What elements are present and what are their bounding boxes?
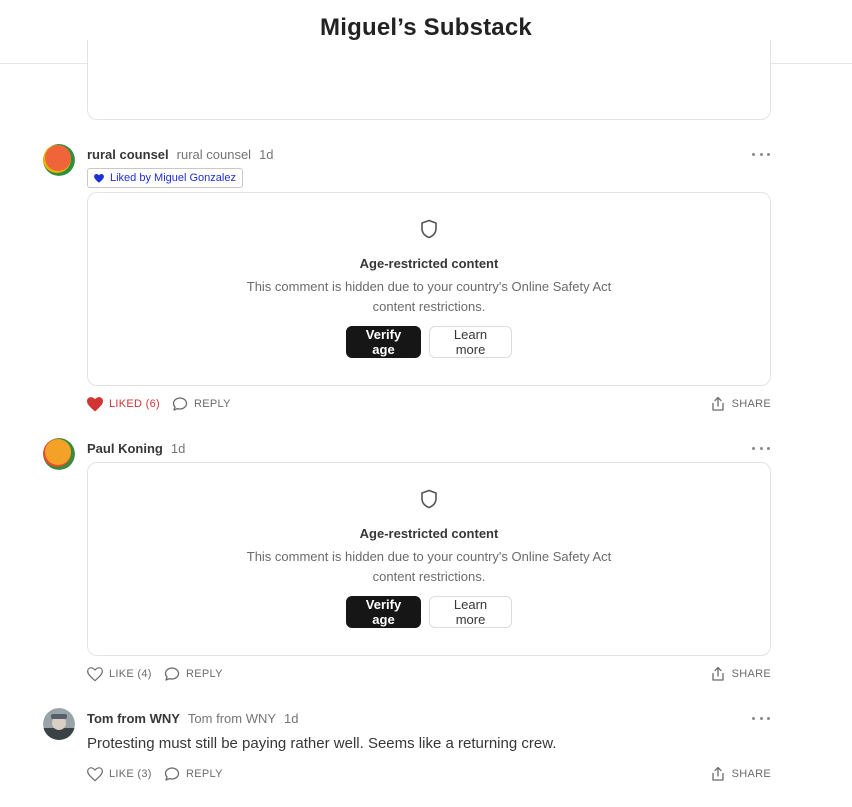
like-button[interactable]: LIKE (3) xyxy=(87,765,152,783)
more-options-icon[interactable] xyxy=(752,149,770,159)
restricted-title: Age-restricted content xyxy=(359,256,499,271)
verify-age-button[interactable]: Verify age xyxy=(346,596,421,628)
shield-icon xyxy=(421,489,437,509)
comment-time[interactable]: 1d xyxy=(259,147,273,162)
author-handle[interactable]: Tom from WNY xyxy=(188,711,276,726)
comment-meta: Paul Koning 1d xyxy=(87,439,185,457)
reply-button[interactable]: REPLY xyxy=(164,665,223,683)
like-button[interactable]: LIKE (4) xyxy=(87,665,152,683)
comment-meta: rural counsel rural counsel 1d xyxy=(87,145,274,163)
comment-actions: LIKE (3) REPLY SHARE xyxy=(87,765,771,783)
comment-body: Protesting must still be paying rather w… xyxy=(87,735,557,752)
publication-title[interactable]: Miguel’s Substack xyxy=(0,14,852,42)
learn-more-button[interactable]: Learn more xyxy=(429,326,512,358)
restricted-description-line-2: content restrictions. xyxy=(372,569,486,584)
reply-label: REPLY xyxy=(186,668,223,680)
heart-icon xyxy=(94,173,104,183)
like-label: LIKED (6) xyxy=(109,398,160,410)
comment-time[interactable]: 1d xyxy=(171,441,185,456)
avatar[interactable] xyxy=(43,144,75,176)
share-icon xyxy=(711,666,724,681)
share-button[interactable]: SHARE xyxy=(710,395,771,413)
reply-button[interactable]: REPLY xyxy=(172,395,231,413)
heart-icon xyxy=(87,666,103,681)
like-button[interactable]: LIKED (6) xyxy=(87,395,160,413)
author-handle[interactable]: rural counsel xyxy=(177,147,251,162)
avatar-image xyxy=(43,708,75,740)
comment-actions: LIKE (4) REPLY SHARE xyxy=(87,665,771,683)
like-label: LIKE (3) xyxy=(109,768,152,780)
restricted-description-line-1: This comment is hidden due to your count… xyxy=(246,279,612,294)
avatar-image xyxy=(43,438,75,470)
restricted-title: Age-restricted content xyxy=(359,526,499,541)
avatar[interactable] xyxy=(43,438,75,470)
restricted-description: This comment is hidden due to your count… xyxy=(88,277,770,317)
heart-icon xyxy=(87,766,103,781)
comment-bubble-icon xyxy=(172,397,188,411)
restricted-buttons: Verify age Learn more xyxy=(88,326,770,358)
heart-icon xyxy=(87,396,103,411)
share-button[interactable]: SHARE xyxy=(710,765,771,783)
liked-by-badge: Liked by Miguel Gonzalez xyxy=(87,168,243,188)
more-options-icon[interactable] xyxy=(752,713,770,723)
author-name[interactable]: Tom from WNY xyxy=(87,711,180,726)
share-icon xyxy=(711,766,724,781)
comment-time[interactable]: 1d xyxy=(284,711,298,726)
comment-bubble-icon xyxy=(164,667,180,681)
author-name[interactable]: Paul Koning xyxy=(87,441,163,456)
shield-icon xyxy=(421,219,437,239)
liked-by-text: Liked by Miguel Gonzalez xyxy=(110,172,236,184)
reply-label: REPLY xyxy=(194,398,231,410)
share-button[interactable]: SHARE xyxy=(710,665,771,683)
restricted-description: This comment is hidden due to your count… xyxy=(88,547,770,587)
learn-more-button[interactable]: Learn more xyxy=(429,596,512,628)
verify-age-button[interactable]: Verify age xyxy=(346,326,421,358)
like-label: LIKE (4) xyxy=(109,668,152,680)
avatar[interactable] xyxy=(43,708,75,740)
comment-bubble-icon xyxy=(164,767,180,781)
share-icon xyxy=(711,396,724,411)
restricted-description-line-1: This comment is hidden due to your count… xyxy=(246,549,612,564)
reply-button[interactable]: REPLY xyxy=(164,765,223,783)
restricted-buttons: Verify age Learn more xyxy=(88,596,770,628)
restricted-description-line-2: content restrictions. xyxy=(372,299,486,314)
reply-label: REPLY xyxy=(186,768,223,780)
more-options-icon[interactable] xyxy=(752,443,770,453)
share-label: SHARE xyxy=(731,668,771,680)
comment-actions: LIKED (6) REPLY SHARE xyxy=(87,395,771,413)
share-label: SHARE xyxy=(731,398,771,410)
age-restricted-card: Age-restricted content This comment is h… xyxy=(87,192,771,386)
previous-comment-card xyxy=(87,40,771,120)
age-restricted-card: Age-restricted content This comment is h… xyxy=(87,462,771,656)
author-name[interactable]: rural counsel xyxy=(87,147,169,162)
avatar-image xyxy=(43,144,75,176)
share-label: SHARE xyxy=(731,768,771,780)
comment-meta: Tom from WNY Tom from WNY 1d xyxy=(87,709,299,727)
